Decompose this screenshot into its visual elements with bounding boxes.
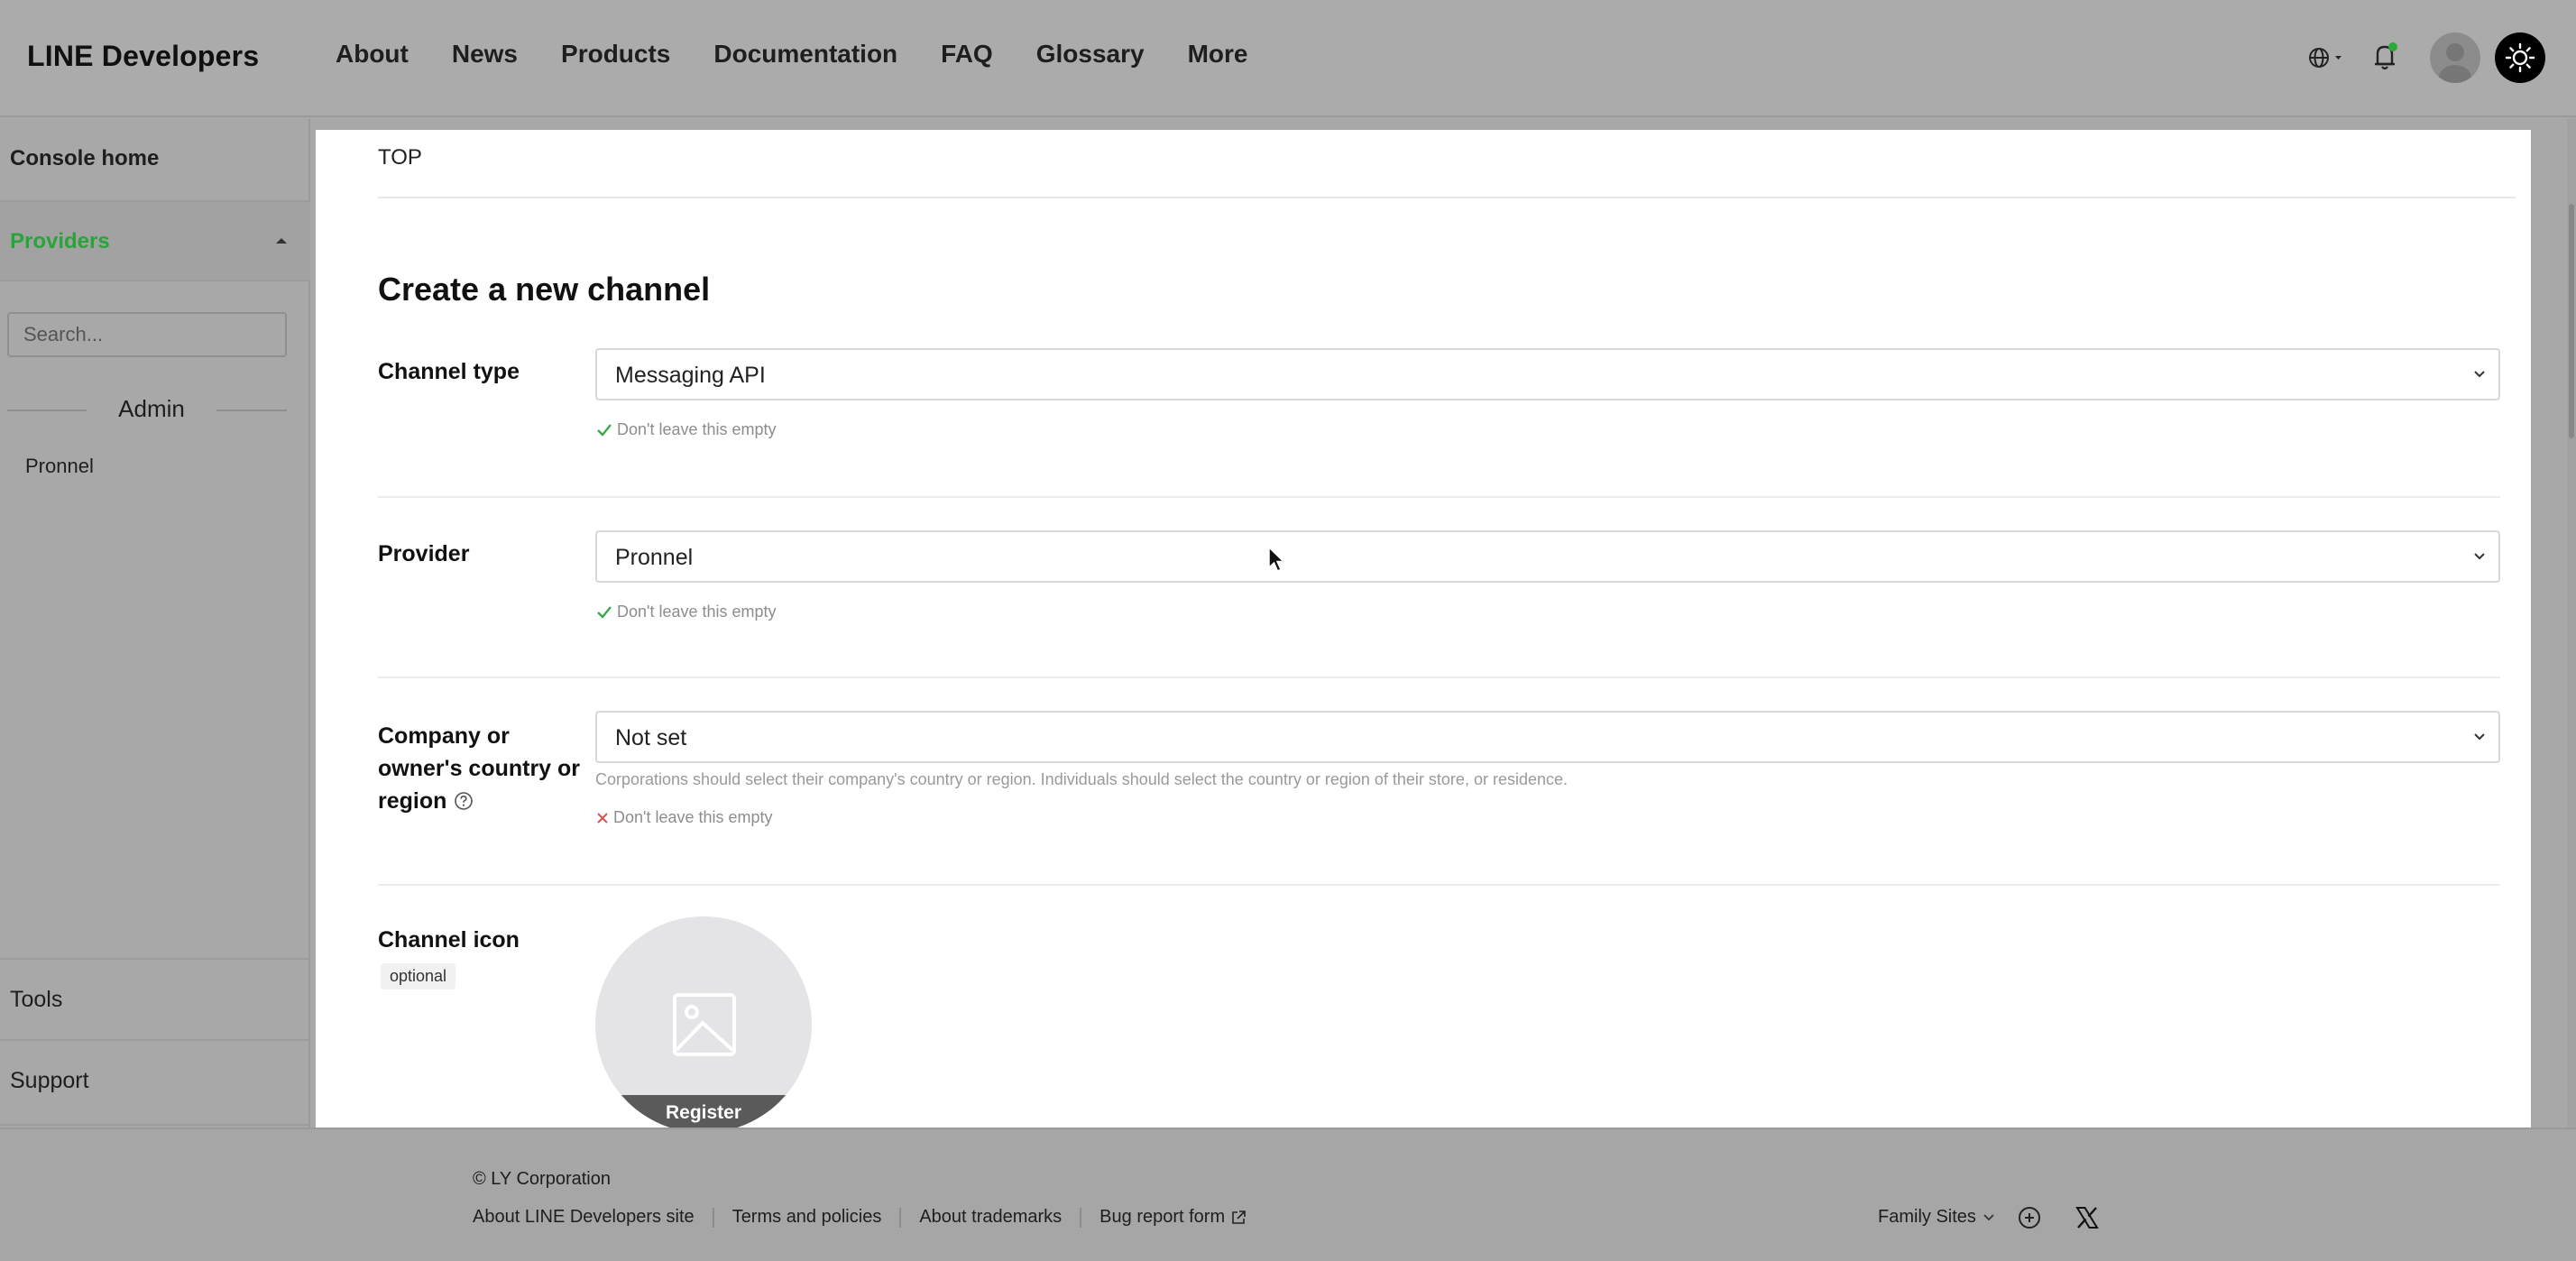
chevron-down-icon xyxy=(2474,553,2485,560)
register-button[interactable]: Register xyxy=(595,1095,812,1128)
sidebar: Console home Providers Admin Pronnel Too… xyxy=(0,119,310,1128)
provider-value: Pronnel xyxy=(615,545,694,570)
nav-products[interactable]: Products xyxy=(561,40,670,69)
nav-about[interactable]: About xyxy=(336,40,409,69)
country-hint-text: Don't leave this empty xyxy=(613,808,773,826)
chevron-down-icon xyxy=(2474,733,2485,741)
globe-icon[interactable] xyxy=(2305,42,2345,73)
country-label-line2: owner's country or xyxy=(378,756,581,781)
sidebar-providers-label: Providers xyxy=(10,229,110,253)
channel-type-hint: Don't leave this empty xyxy=(595,420,777,439)
chevron-down-icon xyxy=(1983,1213,1994,1220)
footer-link-bug-report[interactable]: Bug report form xyxy=(1099,1207,1247,1228)
mouse-cursor-icon xyxy=(1268,546,1285,572)
sidebar-item-support[interactable]: Support xyxy=(0,1041,310,1126)
footer: © LY Corporation About LINE Developers s… xyxy=(0,1128,2576,1261)
divider xyxy=(216,410,287,411)
country-label: Company or owner's country or region xyxy=(378,720,580,817)
family-sites-dropdown[interactable]: Family Sites xyxy=(1878,1207,1996,1228)
divider xyxy=(378,677,2500,678)
channel-type-select[interactable]: Messaging API xyxy=(595,348,2500,400)
divider xyxy=(378,197,2516,198)
scrollbar-thumb[interactable] xyxy=(2569,204,2574,438)
chevron-down-icon xyxy=(2474,371,2485,378)
bell-icon[interactable] xyxy=(2370,41,2401,73)
main-panel: TOP Create a new channel Channel type Me… xyxy=(316,130,2531,1128)
divider xyxy=(378,496,2500,498)
country-select[interactable]: Not set xyxy=(595,711,2500,763)
country-label-line1: Company or xyxy=(378,723,510,749)
top-header: LINE Developers About News Products Docu… xyxy=(0,0,2576,117)
sidebar-item-tools[interactable]: Tools xyxy=(0,958,310,1041)
x-twitter-icon[interactable] xyxy=(2075,1205,2100,1230)
nav-faq[interactable]: FAQ xyxy=(941,40,993,69)
country-hint: Don't leave this empty xyxy=(595,808,773,827)
check-icon xyxy=(597,605,612,619)
main-nav: About News Products Documentation FAQ Gl… xyxy=(336,40,1291,69)
page-title: Create a new channel xyxy=(378,271,711,308)
sidebar-item-pronnel[interactable]: Pronnel xyxy=(25,455,94,478)
external-link-icon xyxy=(1232,1210,1246,1224)
channel-type-hint-text: Don't leave this empty xyxy=(617,420,777,438)
breadcrumb[interactable]: TOP xyxy=(378,145,422,170)
channel-icon-label: Channel icon xyxy=(378,927,520,953)
site-logo[interactable]: LINE Developers xyxy=(27,40,259,73)
avatar[interactable] xyxy=(2430,32,2480,83)
sidebar-group-label: Admin xyxy=(118,395,185,422)
divider xyxy=(712,1207,714,1228)
sidebar-item-console-home[interactable]: Console home xyxy=(10,146,159,171)
nav-glossary[interactable]: Glossary xyxy=(1036,40,1145,69)
family-sites-label: Family Sites xyxy=(1878,1207,1976,1227)
provider-select[interactable]: Pronnel xyxy=(595,530,2500,583)
nav-more[interactable]: More xyxy=(1188,40,1248,69)
caret-up-icon xyxy=(276,238,287,244)
nav-documentation[interactable]: Documentation xyxy=(713,40,897,69)
provider-hint-text: Don't leave this empty xyxy=(617,603,777,621)
channel-icon-upload[interactable]: Register xyxy=(595,916,812,1128)
image-placeholder-icon xyxy=(673,993,736,1056)
provider-label: Provider xyxy=(378,541,470,566)
divider xyxy=(378,884,2500,886)
footer-link-trademarks[interactable]: About trademarks xyxy=(919,1207,1062,1228)
channel-type-value: Messaging API xyxy=(615,363,766,388)
channel-type-label: Channel type xyxy=(378,359,520,384)
divider xyxy=(899,1207,902,1228)
line-chat-icon[interactable] xyxy=(2017,1205,2042,1230)
country-label-line3: region xyxy=(378,788,447,814)
sidebar-search-input[interactable] xyxy=(7,312,287,357)
footer-link-about[interactable]: About LINE Developers site xyxy=(473,1207,695,1228)
optional-badge: optional xyxy=(381,963,456,989)
copyright: © LY Corporation xyxy=(473,1169,611,1189)
sidebar-tools-label: Tools xyxy=(10,987,63,1012)
footer-links: About LINE Developers site Terms and pol… xyxy=(473,1207,1247,1228)
divider xyxy=(1080,1207,1082,1228)
error-x-icon xyxy=(597,812,608,824)
sidebar-support-label: Support xyxy=(10,1068,89,1093)
country-description: Corporations should select their company… xyxy=(595,770,1568,788)
bug-report-label: Bug report form xyxy=(1099,1207,1226,1227)
provider-hint: Don't leave this empty xyxy=(595,603,777,621)
help-icon[interactable] xyxy=(454,791,474,811)
theme-toggle-icon[interactable] xyxy=(2495,32,2545,83)
check-icon xyxy=(597,423,612,437)
divider xyxy=(7,410,87,411)
divider xyxy=(0,280,310,281)
nav-news[interactable]: News xyxy=(452,40,518,69)
country-value: Not set xyxy=(615,725,687,750)
sidebar-item-providers[interactable]: Providers xyxy=(0,202,310,280)
footer-link-terms[interactable]: Terms and policies xyxy=(732,1207,882,1228)
